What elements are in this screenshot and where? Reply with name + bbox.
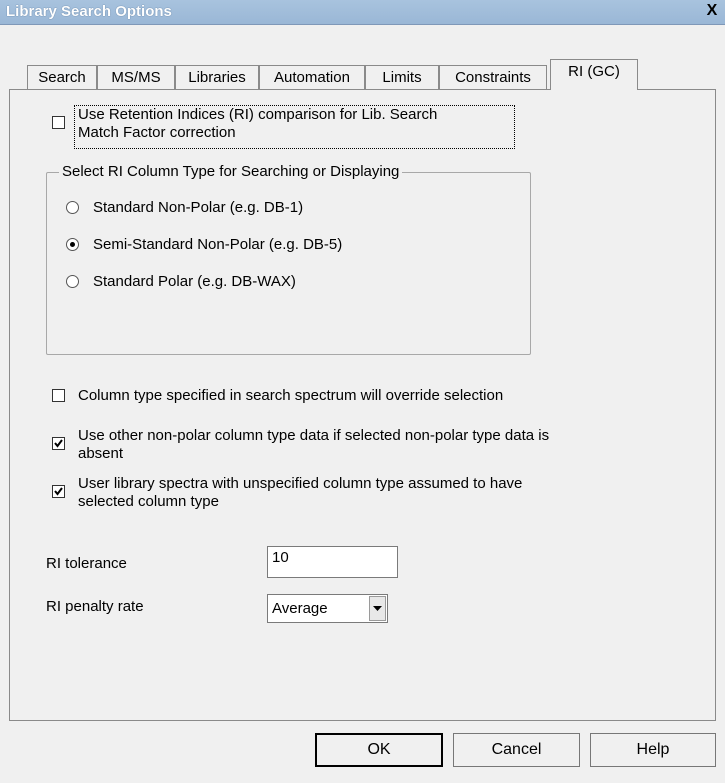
user-library-label-line1: User library spectra with unspecified co… bbox=[78, 475, 523, 492]
checkmark-icon bbox=[54, 439, 63, 448]
use-ri-label-line2: Match Factor correction bbox=[78, 124, 236, 141]
radio-standard-non-polar[interactable] bbox=[66, 201, 79, 214]
radio-selected-dot bbox=[70, 242, 75, 247]
tab-libraries[interactable]: Libraries bbox=[175, 65, 259, 89]
ri-tolerance-label: RI tolerance bbox=[46, 555, 127, 572]
tab-automation[interactable]: Automation bbox=[259, 65, 365, 89]
tab-ri-gc[interactable]: RI (GC) bbox=[550, 59, 638, 90]
override-label: Column type specified in search spectrum… bbox=[78, 387, 504, 404]
other-nonpolar-label-line2: absent bbox=[78, 445, 124, 462]
other-nonpolar-label-line1: Use other non-polar column type data if … bbox=[78, 427, 550, 444]
ri-penalty-rate-label: RI penalty rate bbox=[46, 598, 144, 615]
radio-standard-polar[interactable] bbox=[66, 275, 79, 288]
chevron-down-icon bbox=[373, 606, 382, 611]
tab-constraints[interactable]: Constraints bbox=[439, 65, 547, 89]
dropdown-button[interactable] bbox=[369, 596, 386, 621]
radio-semi-standard-non-polar-label: Semi-Standard Non-Polar (e.g. DB-5) bbox=[93, 236, 343, 253]
tab-msms[interactable]: MS/MS bbox=[97, 65, 175, 89]
tab-search[interactable]: Search bbox=[27, 65, 97, 89]
help-button[interactable]: Help bbox=[590, 733, 716, 767]
close-icon[interactable]: X bbox=[703, 2, 721, 20]
override-checkbox[interactable] bbox=[52, 389, 65, 402]
cancel-button[interactable]: Cancel bbox=[453, 733, 580, 767]
radio-standard-non-polar-label: Standard Non-Polar (e.g. DB-1) bbox=[93, 199, 304, 216]
ri-penalty-rate-select[interactable]: Average bbox=[267, 594, 388, 623]
window-title: Library Search Options bbox=[6, 3, 172, 20]
user-library-checkbox[interactable] bbox=[52, 485, 65, 498]
ri-penalty-rate-value: Average bbox=[272, 600, 328, 617]
use-ri-label-line1: Use Retention Indices (RI) comparison fo… bbox=[78, 106, 438, 123]
title-bar: Library Search Options X bbox=[0, 0, 725, 25]
radio-standard-polar-label: Standard Polar (e.g. DB-WAX) bbox=[93, 273, 296, 290]
radio-semi-standard-non-polar[interactable] bbox=[66, 238, 79, 251]
ok-button[interactable]: OK bbox=[315, 733, 443, 767]
use-ri-checkbox[interactable] bbox=[52, 116, 65, 129]
checkmark-icon bbox=[54, 487, 63, 496]
column-type-group-title: Select RI Column Type for Searching or D… bbox=[59, 163, 403, 180]
other-nonpolar-checkbox[interactable] bbox=[52, 437, 65, 450]
user-library-label-line2: selected column type bbox=[78, 493, 219, 510]
ri-tolerance-input[interactable]: 10 bbox=[267, 546, 398, 578]
tab-limits[interactable]: Limits bbox=[365, 65, 439, 89]
